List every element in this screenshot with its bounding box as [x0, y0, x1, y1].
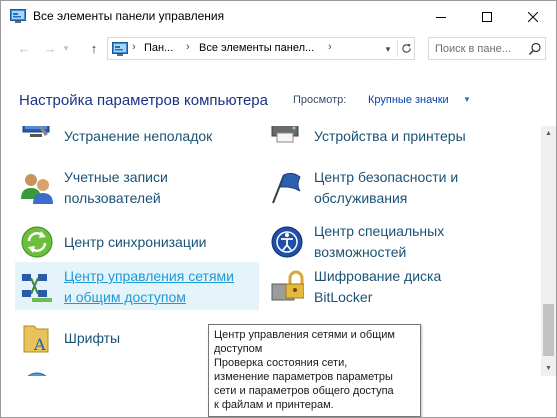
scroll-down-button[interactable]: ▼	[541, 361, 556, 376]
fonts-icon: A	[20, 322, 54, 356]
back-button[interactable]: ←	[14, 38, 34, 58]
breadcrumb-all-items[interactable]: Все элементы панел...	[199, 42, 314, 54]
tooltip-description-line: к файлам и принтерам.	[214, 399, 334, 411]
chevron-down-icon[interactable]: ▼	[463, 95, 471, 104]
maximize-button[interactable]	[464, 1, 510, 32]
breadcrumb-control-panel[interactable]: Пан...	[144, 42, 173, 54]
item-user-accounts[interactable]: Учетные записи пользователей	[20, 167, 250, 209]
minimize-icon	[436, 16, 446, 18]
item-label: Шрифты	[64, 330, 121, 346]
item-label: Центр безопасности и обслуживания	[314, 169, 459, 206]
search-input[interactable]	[435, 41, 525, 56]
item-network-sharing-center[interactable]: Центр управления сетями и общим доступом	[15, 262, 259, 310]
item-label: Центр синхронизации	[64, 234, 207, 250]
item-ease-of-access[interactable]: Центр специальных возможностей	[270, 221, 500, 263]
item-label: Устройства и принтеры	[314, 128, 466, 144]
search-icon[interactable]	[528, 42, 542, 56]
tooltip-description-line: Проверка состояния сети,	[214, 357, 348, 369]
address-dropdown-button[interactable]: ▾	[380, 41, 396, 57]
flag-icon	[270, 171, 304, 205]
svg-text:A: A	[33, 335, 46, 354]
refresh-icon	[401, 43, 411, 53]
maximize-icon	[482, 11, 492, 22]
users-icon	[20, 171, 54, 205]
item-bitlocker[interactable]: Шифрование диска BitLocker	[270, 266, 500, 308]
scroll-thumb[interactable]	[543, 304, 554, 356]
troubleshooting-icon	[20, 126, 54, 144]
address-bar[interactable]: › Пан... › Все элементы панел... › ▾	[107, 37, 415, 60]
item-troubleshooting[interactable]: Устранение неполадок	[20, 126, 250, 147]
minimize-button[interactable]	[418, 1, 464, 32]
item-label: Центр управления сетями и общим доступом	[64, 268, 234, 305]
search-box[interactable]	[428, 37, 546, 60]
item-label: Шифрование диска BitLocker	[314, 268, 442, 305]
close-icon	[528, 11, 538, 22]
control-panel-window: Все элементы панели управления ← → ▾ ↑ ›…	[0, 0, 557, 418]
breadcrumb-separator[interactable]: ›	[328, 41, 332, 53]
tooltip-title-line: доступом	[214, 343, 263, 355]
vertical-scrollbar[interactable]: ▲ ▼	[541, 126, 556, 376]
view-by-label: Просмотр:	[293, 94, 347, 106]
page-title: Настройка параметров компьютера	[19, 92, 268, 109]
control-panel-icon	[112, 42, 128, 56]
tooltip: Центр управления сетями и общим доступом…	[208, 324, 421, 417]
navigation-bar: ← → ▾ ↑ › Пан... › Все элементы панел...…	[1, 32, 556, 65]
forward-button[interactable]: →	[40, 38, 60, 58]
breadcrumb-separator[interactable]: ›	[186, 41, 190, 53]
window-title: Все элементы панели управления	[33, 9, 225, 23]
tooltip-description-line: изменение параметров параметры	[214, 371, 393, 383]
tooltip-title-line: Центр управления сетями и общим	[214, 329, 395, 341]
recent-locations-button[interactable]: ▾	[59, 38, 73, 58]
accessibility-icon	[270, 225, 304, 259]
sync-icon	[20, 225, 54, 259]
title-bar: Все элементы панели управления	[1, 1, 556, 32]
item-devices-printers[interactable]: Устройства и принтеры	[270, 126, 500, 147]
item-security-maintenance[interactable]: Центр безопасности и обслуживания	[270, 167, 500, 209]
lock-icon	[270, 270, 305, 304]
item-sync-center[interactable]: Центр синхронизации	[20, 221, 250, 263]
tooltip-description-line: сети и параметров общего доступа	[214, 385, 394, 397]
breadcrumb-separator[interactable]: ›	[132, 41, 136, 53]
network-icon	[20, 270, 54, 304]
view-by-dropdown[interactable]: Крупные значки	[368, 94, 449, 106]
item-label: Учетные записи пользователей	[64, 169, 168, 206]
up-button[interactable]: ↑	[84, 38, 104, 58]
item-label: Устранение неполадок	[64, 128, 213, 144]
scroll-up-button[interactable]: ▲	[541, 126, 556, 141]
control-panel-icon	[10, 9, 26, 23]
refresh-button[interactable]	[397, 40, 414, 57]
item-label: Центр специальных возможностей	[314, 223, 445, 260]
printer-icon	[270, 126, 304, 148]
close-button[interactable]	[510, 1, 556, 32]
